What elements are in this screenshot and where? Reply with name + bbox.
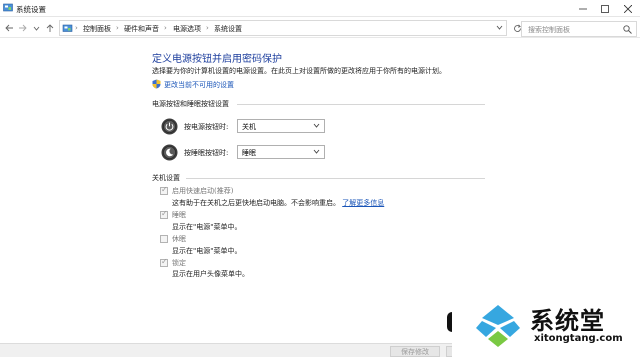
sleep-checkbox[interactable]: ✓	[160, 209, 168, 219]
hibernate-option-description: 显示在"电源"菜单中。	[172, 247, 242, 255]
sleep-option-label: 睡眠	[172, 211, 186, 219]
hibernate-checkbox[interactable]	[160, 235, 168, 243]
recent-locations-button[interactable]	[30, 21, 42, 35]
power-button-value: 关机	[242, 123, 256, 131]
breadcrumb-separator: ›	[116, 24, 119, 32]
address-bar[interactable]: › 控制面板 › 硬件和声音 › 电源选项 › 系统设置	[59, 20, 507, 36]
check-icon: ✓	[161, 209, 168, 218]
breadcrumb-separator: ›	[164, 24, 167, 32]
fast-startup-description: 这有助于在关机之后更快地启动电脑。不会影响重启。 了解更多信息	[172, 198, 384, 208]
power-button-label: 按电源按钮时:	[184, 123, 229, 131]
change-unavailable-settings-link[interactable]: 更改当前不可用的设置	[164, 80, 234, 90]
check-icon: ✓	[161, 257, 168, 266]
chevron-down-icon	[313, 148, 320, 156]
uac-shield-icon	[152, 79, 161, 89]
control-panel-icon	[3, 3, 13, 12]
sleep-button-icon	[161, 144, 178, 161]
breadcrumb-system-settings[interactable]: 系统设置	[214, 24, 242, 34]
lock-option-description: 显示在用户头像菜单中。	[172, 270, 249, 278]
chevron-down-icon	[313, 122, 320, 130]
breadcrumb-control-panel[interactable]: 控制面板	[83, 24, 111, 34]
minimize-button[interactable]	[572, 0, 594, 17]
search-placeholder: 搜索控制面板	[528, 26, 570, 34]
power-button-select[interactable]: 关机	[237, 119, 325, 133]
window-title: 系统设置	[16, 5, 46, 14]
sleep-option-description: 显示在"电源"菜单中。	[172, 223, 242, 231]
control-panel-icon	[62, 24, 73, 32]
page-description: 选择要为你的计算机设置的电源设置。在此页上对设置所做的更改将应用于你所有的电源计…	[152, 67, 446, 75]
shutdown-section-title: 关机设置	[152, 174, 180, 182]
lock-option-label: 锁定	[172, 259, 186, 267]
close-button[interactable]	[617, 0, 639, 17]
breadcrumb-separator: ›	[206, 24, 209, 32]
windows-logo-icon	[476, 305, 520, 347]
close-icon	[624, 4, 632, 13]
sleep-button-select[interactable]: 睡眠	[237, 145, 325, 159]
watermark: 系统堂 xitongtang.com	[452, 293, 640, 357]
hibernate-option-label: 休眠	[172, 235, 186, 243]
section-divider	[186, 178, 485, 179]
breadcrumb-separator: ›	[75, 24, 78, 32]
forward-button[interactable]	[16, 21, 28, 35]
up-arrow-icon	[46, 23, 54, 32]
save-changes-button[interactable]: 保存修改	[390, 346, 440, 357]
forward-arrow-icon	[18, 24, 27, 32]
sleep-button-value: 睡眠	[242, 149, 256, 157]
sleep-button-label: 按睡眠按钮时:	[184, 149, 229, 157]
fast-startup-desc-text: 这有助于在关机之后更快地启动电脑。不会影响重启。	[172, 199, 340, 207]
section-divider	[237, 104, 485, 105]
search-input[interactable]: 搜索控制面板	[521, 21, 637, 37]
learn-more-link[interactable]: 了解更多信息	[342, 199, 384, 207]
title-bar: 系统设置	[0, 0, 640, 17]
fast-startup-checkbox[interactable]: ✓	[160, 185, 168, 195]
fast-startup-label: 启用快速启动(推荐)	[172, 187, 234, 195]
back-arrow-icon	[4, 24, 13, 32]
power-button-icon	[161, 118, 178, 135]
search-icon	[623, 25, 632, 34]
watermark-site: xitongtang.com	[534, 333, 623, 344]
address-dropdown-icon[interactable]	[496, 24, 503, 32]
page-title: 定义电源按钮并启用密码保护	[152, 54, 282, 65]
breadcrumb-hardware-sound[interactable]: 硬件和声音	[124, 24, 159, 34]
breadcrumb-power-options[interactable]: 电源选项	[173, 24, 201, 34]
maximize-icon	[601, 4, 609, 13]
back-button[interactable]	[3, 21, 15, 35]
chevron-down-icon	[33, 26, 39, 31]
minimize-icon	[579, 8, 587, 9]
up-button[interactable]	[44, 21, 56, 35]
watermark-brand: 系统堂	[530, 306, 605, 335]
lock-checkbox[interactable]: ✓	[160, 257, 168, 267]
check-icon: ✓	[161, 185, 168, 194]
maximize-button[interactable]	[594, 0, 616, 17]
power-section-title: 电源按钮和睡眠按钮设置	[152, 100, 229, 108]
